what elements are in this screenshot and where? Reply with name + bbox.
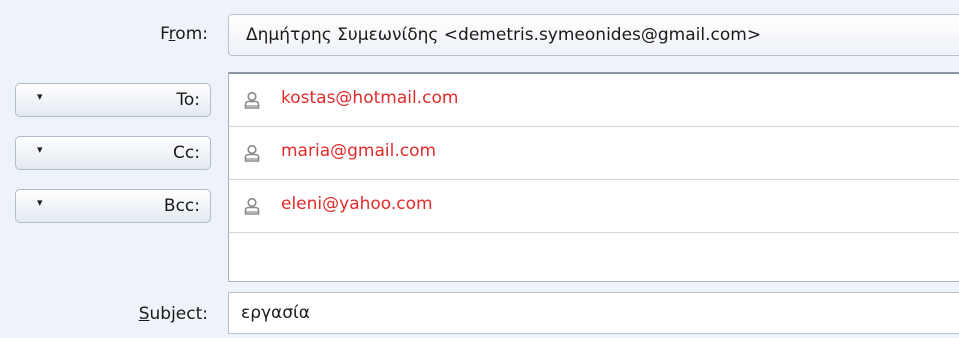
recipient-address[interactable]: maria@gmail.com [281, 141, 436, 161]
recipient-type-button-cc[interactable]: ▾ Cc: [15, 136, 211, 170]
caret-down-icon: ▾ [37, 90, 43, 103]
caret-down-icon: ▾ [37, 143, 43, 156]
person-icon [243, 144, 261, 162]
recipient-type-label: Bcc: [163, 196, 200, 216]
recipient-address[interactable]: eleni@yahoo.com [281, 194, 433, 214]
subject-label: Subject: [138, 304, 208, 324]
subject-input[interactable] [228, 292, 959, 334]
recipient-type-label: To: [176, 90, 200, 110]
message-header: From: Δημήτρης Συμεωνίδης <demetris.syme… [0, 0, 959, 338]
recipient-type-button-bcc[interactable]: ▾ Bcc: [15, 189, 211, 223]
from-identity-select[interactable]: Δημήτρης Συμεωνίδης <demetris.symeonides… [228, 14, 959, 56]
person-icon [243, 197, 261, 215]
recipient-type-label: Cc: [173, 143, 200, 163]
recipient-row-empty[interactable] [229, 233, 959, 282]
person-icon [243, 91, 261, 109]
recipient-address[interactable]: kostas@hotmail.com [281, 88, 458, 108]
recipient-row-cc[interactable]: maria@gmail.com [229, 127, 959, 180]
from-label: From: [160, 24, 208, 44]
recipients-list[interactable]: kostas@hotmail.com maria@gmail.com eleni… [228, 72, 959, 282]
caret-down-icon: ▾ [37, 196, 43, 209]
recipient-row-bcc[interactable]: eleni@yahoo.com [229, 180, 959, 233]
recipient-row-to[interactable]: kostas@hotmail.com [229, 74, 959, 127]
recipient-type-button-to[interactable]: ▾ To: [15, 83, 211, 117]
